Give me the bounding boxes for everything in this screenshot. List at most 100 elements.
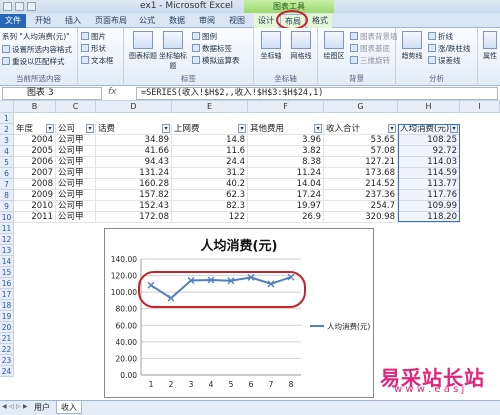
chart-floor-button[interactable]: 图表基底: [350, 43, 390, 54]
table-cell-company[interactable]: 公司甲: [56, 135, 96, 146]
table-cell-phone[interactable]: 160.28: [96, 179, 172, 190]
tab-format[interactable]: 格式: [308, 14, 332, 28]
column-header-f[interactable]: F: [248, 101, 324, 113]
table-cell-phone[interactable]: 172.08: [96, 212, 172, 223]
row-header[interactable]: 21: [0, 333, 14, 344]
reset-style-button[interactable]: 重设以匹配样式: [2, 56, 65, 67]
table-cell-phone[interactable]: 41.66: [96, 146, 172, 157]
row-header[interactable]: 11: [0, 223, 14, 234]
table-cell-phone[interactable]: 157.82: [96, 190, 172, 201]
lines-button[interactable]: 折线: [428, 31, 453, 42]
table-cell-other[interactable]: 26.9: [248, 212, 324, 223]
filter-active-icon[interactable]: ▾: [86, 124, 94, 133]
row-header[interactable]: 7: [0, 179, 14, 190]
table-cell-phone[interactable]: 94.43: [96, 157, 172, 168]
row-header[interactable]: 6: [0, 168, 14, 179]
name-box[interactable]: 图表 3: [2, 87, 102, 100]
filter-dropdown-icon[interactable]: ▾: [162, 124, 170, 133]
table-cell-other[interactable]: 8.38: [248, 157, 324, 168]
plot-area-button[interactable]: 绘图区: [319, 31, 349, 61]
table-cell-other[interactable]: 3.96: [248, 135, 324, 146]
properties-button[interactable]: 属性: [480, 31, 500, 61]
legend-button[interactable]: 图例: [192, 31, 217, 42]
trendline-button[interactable]: 趋势线: [397, 31, 427, 61]
error-bars-button[interactable]: 误差线: [428, 55, 461, 66]
table-cell-total[interactable]: 320.98: [324, 212, 398, 223]
filter-dropdown-icon[interactable]: ▾: [46, 124, 54, 133]
row-header[interactable]: 17: [0, 289, 14, 300]
table-cell-year[interactable]: 2009: [14, 190, 56, 201]
table-cell-net[interactable]: 122: [172, 212, 248, 223]
table-cell-company[interactable]: 公司甲: [56, 146, 96, 157]
table-cell-year[interactable]: 2007: [14, 168, 56, 179]
header-cell-company[interactable]: 公司 ▾: [56, 124, 96, 135]
table-cell-year[interactable]: 2008: [14, 179, 56, 190]
axis-title-button[interactable]: 坐标轴标题: [158, 31, 188, 71]
chart-legend[interactable]: 人均消费(元): [310, 321, 370, 332]
insert-textbox-button[interactable]: 文本框: [81, 55, 114, 66]
fx-icon[interactable]: fx: [108, 87, 117, 97]
row-header[interactable]: 1: [0, 113, 14, 124]
tab-formulas[interactable]: 公式: [134, 14, 160, 28]
row-header[interactable]: 3: [0, 135, 14, 146]
table-cell-total[interactable]: 173.68: [324, 168, 398, 179]
format-selection-button[interactable]: 设置所选内容格式: [2, 44, 72, 55]
column-header-h[interactable]: H: [398, 101, 460, 113]
updown-bars-button[interactable]: 涨/跌柱线: [428, 43, 471, 54]
tab-view[interactable]: 视图: [224, 14, 250, 28]
row-header[interactable]: 2: [0, 124, 14, 135]
table-cell-year[interactable]: 2010: [14, 201, 56, 212]
header-cell-phone[interactable]: 话费 ▾: [96, 124, 172, 135]
row-header[interactable]: 16: [0, 278, 14, 289]
table-cell-net[interactable]: 11.6: [172, 146, 248, 157]
header-cell-total[interactable]: 收入合计 ▾: [324, 124, 398, 135]
table-cell-phone[interactable]: 131.24: [96, 168, 172, 179]
table-cell-total[interactable]: 53.65: [324, 135, 398, 146]
row-header[interactable]: 19: [0, 311, 14, 322]
redo-icon[interactable]: [27, 2, 36, 11]
table-cell-year[interactable]: 2005: [14, 146, 56, 157]
tab-insert[interactable]: 插入: [60, 14, 86, 28]
row-header[interactable]: 4: [0, 146, 14, 157]
tab-file[interactable]: 文件: [0, 14, 26, 28]
tab-design[interactable]: 设计: [254, 14, 278, 28]
gridlines-button[interactable]: 网格线: [286, 31, 316, 61]
undo-icon[interactable]: [15, 2, 24, 11]
prev-sheet-icon[interactable]: ◁: [9, 403, 15, 411]
table-cell-total[interactable]: 127.21: [324, 157, 398, 168]
filter-dropdown-icon[interactable]: ▾: [238, 124, 246, 133]
table-cell-year[interactable]: 2006: [14, 157, 56, 168]
last-sheet-icon[interactable]: ▶: [23, 403, 29, 411]
table-cell-year[interactable]: 2004: [14, 135, 56, 146]
column-header-i[interactable]: I: [460, 101, 500, 113]
row-header[interactable]: 5: [0, 157, 14, 168]
sheet-tab-income[interactable]: 收入: [56, 401, 82, 414]
table-cell-total[interactable]: 237.36: [324, 190, 398, 201]
table-cell-company[interactable]: 公司甲: [56, 168, 96, 179]
table-cell-total[interactable]: 214.52: [324, 179, 398, 190]
select-all-corner[interactable]: [0, 101, 14, 113]
first-sheet-icon[interactable]: ◀: [2, 403, 8, 411]
tab-data[interactable]: 数据: [164, 14, 190, 28]
column-header-b[interactable]: B: [14, 101, 56, 113]
header-cell-year[interactable]: 年度 ▾: [14, 124, 56, 135]
data-table-button[interactable]: 模拟运算表: [192, 55, 240, 66]
tab-page-layout[interactable]: 页面布局: [90, 14, 132, 28]
next-sheet-icon[interactable]: ▷: [16, 403, 22, 411]
column-header-g[interactable]: G: [324, 101, 398, 113]
table-cell-total[interactable]: 254.7: [324, 201, 398, 212]
table-cell-company[interactable]: 公司甲: [56, 179, 96, 190]
chart-wall-button[interactable]: 图表背景墙: [350, 31, 398, 42]
table-cell-net[interactable]: 40.2: [172, 179, 248, 190]
formula-input[interactable]: =SERIES(收入!$H$2,,收入!$H$3:$H$24,1): [136, 87, 498, 100]
data-labels-button[interactable]: 数据标签: [192, 43, 232, 54]
row-header[interactable]: 10: [0, 212, 14, 223]
row-header[interactable]: 15: [0, 267, 14, 278]
row-header[interactable]: 22: [0, 344, 14, 355]
row-header[interactable]: 13: [0, 245, 14, 256]
row-header[interactable]: 24: [0, 366, 14, 377]
table-cell-net[interactable]: 14.8: [172, 135, 248, 146]
row-header[interactable]: 14: [0, 256, 14, 267]
table-cell-total[interactable]: 57.08: [324, 146, 398, 157]
table-cell-company[interactable]: 公司甲: [56, 201, 96, 212]
